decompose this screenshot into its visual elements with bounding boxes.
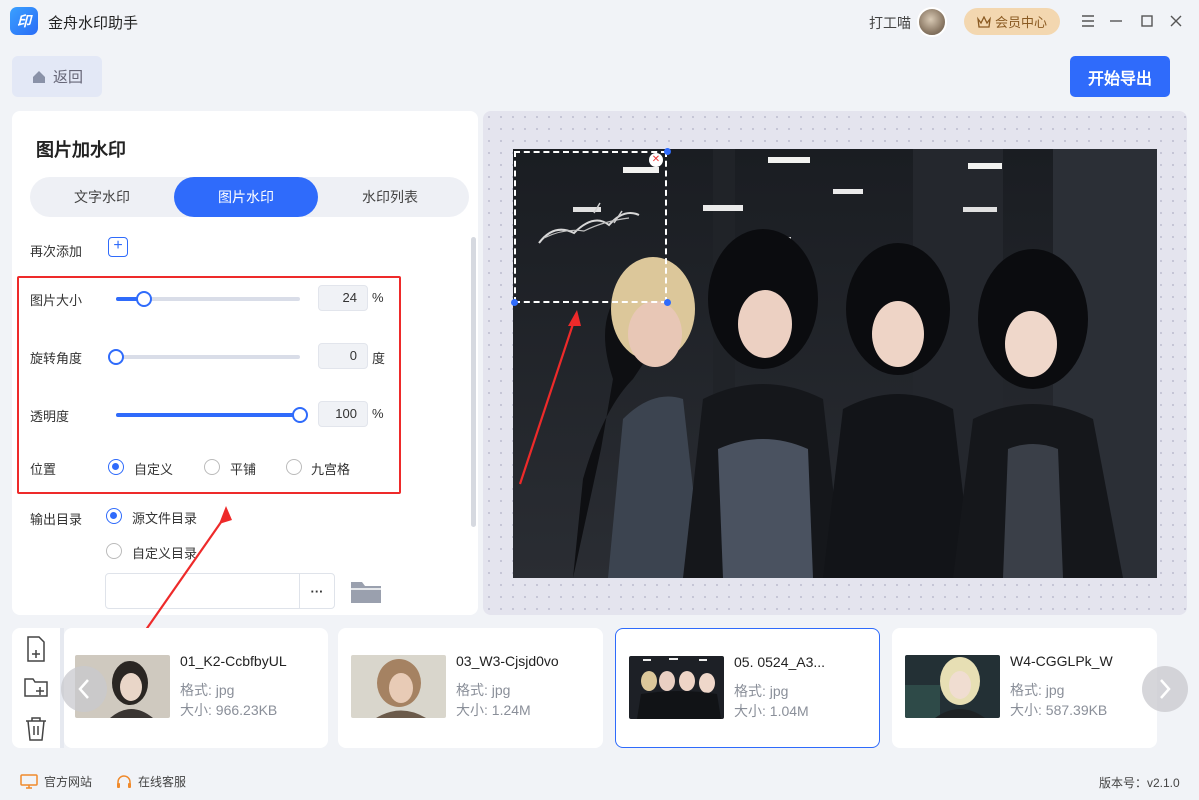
file-card-selected[interactable]: 05. 0524_A3... 格式: jpg 大小: 1.04M	[615, 628, 880, 748]
panel-scrollbar[interactable]	[471, 237, 476, 527]
vip-center-label: 会员中心	[994, 15, 1047, 30]
output-source-label[interactable]: 源文件目录	[132, 508, 197, 527]
app-logo-icon: 印	[10, 7, 38, 35]
position-grid-label[interactable]: 九宫格	[311, 459, 350, 478]
folder-icon[interactable]	[350, 578, 382, 604]
avatar[interactable]	[917, 7, 947, 37]
opacity-unit: %	[372, 406, 384, 421]
remove-watermark-icon[interactable]: ✕	[649, 153, 663, 167]
menu-icon[interactable]	[1076, 9, 1100, 33]
monitor-icon	[20, 774, 38, 789]
file-thumbnail	[629, 656, 724, 719]
position-tile-label[interactable]: 平铺	[230, 459, 256, 478]
website-link[interactable]: 官方网站	[20, 773, 92, 790]
rotation-slider[interactable]	[108, 349, 300, 365]
resize-handle[interactable]	[511, 299, 518, 306]
opacity-label: 透明度	[30, 409, 70, 424]
position-custom-radio[interactable]	[108, 459, 124, 475]
watermark-selection-box[interactable]	[514, 151, 667, 303]
delete-icon[interactable]	[24, 716, 48, 742]
app-title: 金舟水印助手	[48, 15, 139, 32]
file-card[interactable]: 03_W3-Cjsjd0vo 格式: jpg 大小: 1.24M	[338, 628, 603, 748]
browse-button[interactable]: ···	[299, 573, 335, 609]
back-label: 返回	[52, 69, 83, 86]
file-name: 05. 0524_A3...	[734, 654, 826, 670]
close-icon[interactable]	[1164, 9, 1188, 33]
support-link[interactable]: 在线客服	[116, 773, 186, 790]
version-label: 版本号：v2.1.0	[1099, 776, 1180, 790]
maximize-icon[interactable]	[1135, 9, 1159, 33]
position-label: 位置	[30, 462, 57, 477]
tab-watermark-list[interactable]: 水印列表	[318, 177, 462, 217]
username[interactable]: 打工喵	[869, 13, 911, 33]
size-unit: %	[372, 290, 384, 305]
tab-bar: 文字水印 图片水印 水印列表	[30, 177, 469, 217]
position-tile-radio[interactable]	[204, 459, 220, 475]
resize-handle[interactable]	[664, 148, 671, 155]
size-slider[interactable]	[116, 291, 300, 307]
opacity-slider-fill	[116, 413, 300, 417]
rotation-label: 旋转角度	[30, 351, 83, 366]
scroll-right-icon[interactable]	[1142, 666, 1188, 712]
support-label: 在线客服	[138, 775, 187, 789]
watermark-image	[538, 202, 640, 244]
opacity-slider[interactable]	[116, 407, 308, 423]
back-button[interactable]: 返回	[12, 56, 102, 97]
tab-text-watermark[interactable]: 文字水印	[30, 177, 174, 217]
size-label: 图片大小	[30, 293, 83, 308]
output-path-input[interactable]	[105, 573, 300, 609]
file-size: 大小: 587.39KB	[1010, 702, 1108, 718]
settings-panel: 图片加水印 文字水印 图片水印 水印列表 再次添加 + 图片大小 24 % 旋转…	[12, 111, 478, 615]
file-thumbnail	[905, 655, 1000, 718]
rotation-slider-thumb[interactable]	[108, 349, 124, 365]
file-size: 大小: 1.04M	[734, 703, 809, 719]
file-thumbnail	[351, 655, 446, 718]
rotation-unit: 度	[372, 351, 386, 366]
panel-title: 图片加水印	[36, 140, 126, 160]
crown-icon	[977, 15, 991, 28]
output-source-radio[interactable]	[106, 508, 122, 524]
file-size: 大小: 966.23KB	[180, 702, 278, 718]
output-dir-label: 输出目录	[30, 512, 83, 527]
resize-handle[interactable]	[664, 299, 671, 306]
output-custom-radio[interactable]	[106, 543, 122, 559]
file-size: 大小: 1.24M	[456, 702, 531, 718]
add-again-button[interactable]: +	[108, 237, 128, 257]
headset-icon	[117, 774, 131, 788]
add-file-icon[interactable]	[24, 636, 48, 662]
file-format: 格式: jpg	[456, 682, 511, 698]
file-format: 格式: jpg	[180, 682, 235, 698]
file-card[interactable]: W4-CGGLPk_W 格式: jpg 大小: 587.39KB	[892, 628, 1157, 748]
home-icon	[32, 70, 45, 83]
position-custom-label[interactable]: 自定义	[134, 459, 173, 478]
size-slider-thumb[interactable]	[135, 291, 152, 307]
file-tools	[12, 628, 60, 748]
file-format: 格式: jpg	[1010, 682, 1065, 698]
size-input[interactable]: 24	[318, 285, 368, 311]
add-folder-icon[interactable]	[24, 674, 48, 700]
rotation-input[interactable]: 0	[318, 343, 368, 369]
file-name: W4-CGGLPk_W	[1010, 653, 1113, 669]
tab-image-watermark[interactable]: 图片水印	[174, 177, 318, 217]
minimize-icon[interactable]	[1104, 9, 1128, 33]
add-again-label: 再次添加	[30, 244, 83, 259]
opacity-slider-thumb[interactable]	[292, 407, 308, 423]
opacity-input[interactable]: 100	[318, 401, 368, 427]
output-custom-label[interactable]: 自定义目录	[132, 543, 197, 562]
file-name: 01_K2-CcbfbyUL	[180, 653, 287, 669]
website-label: 官方网站	[44, 775, 93, 789]
file-name: 03_W3-Cjsjd0vo	[456, 653, 559, 669]
position-grid-radio[interactable]	[286, 459, 302, 475]
file-format: 格式: jpg	[734, 683, 789, 699]
title-bar: 印 金舟水印助手 打工喵 会员中心	[0, 0, 1199, 44]
start-export-button[interactable]: 开始导出	[1070, 56, 1170, 97]
scroll-left-icon[interactable]	[61, 666, 107, 712]
vip-center-button[interactable]: 会员中心	[964, 8, 1060, 35]
